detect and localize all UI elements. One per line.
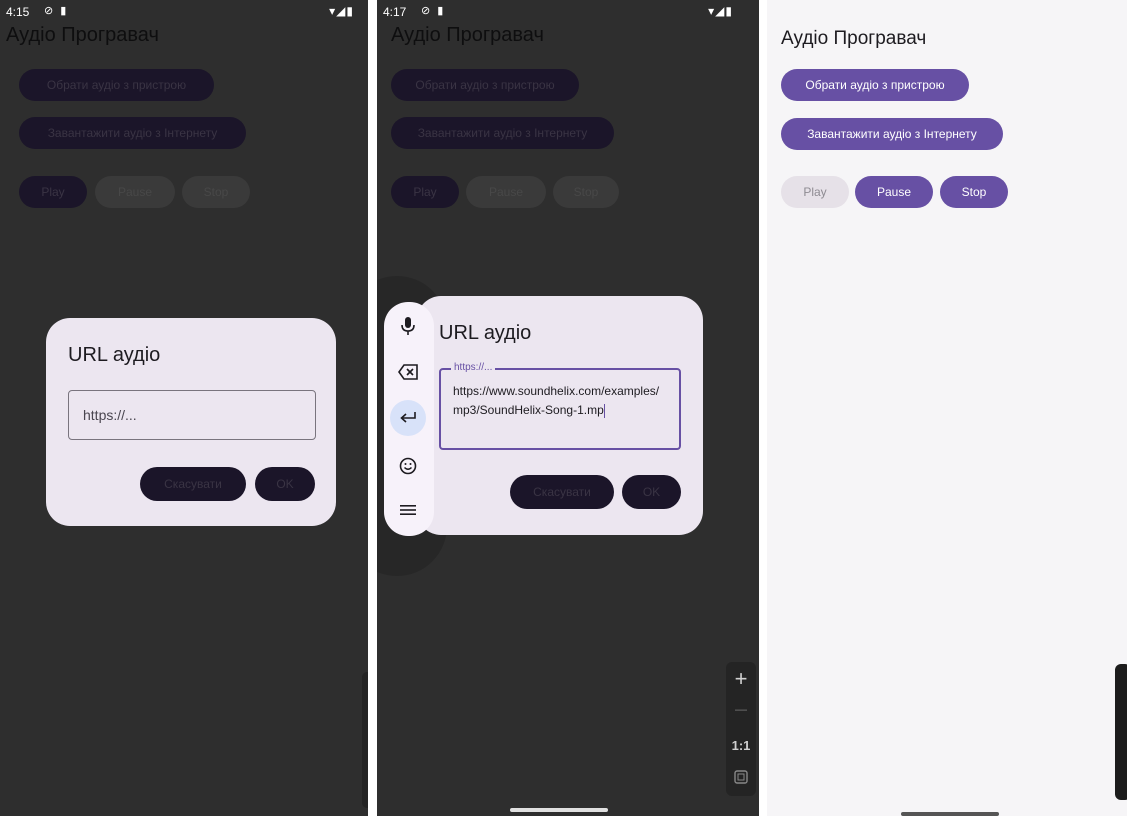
dialog-title: URL аудіо xyxy=(439,322,532,344)
status-notification-icons: ⊘ ▮ xyxy=(44,5,69,17)
play-button[interactable]: Play xyxy=(391,176,459,208)
divider xyxy=(759,0,767,816)
fit-screen-icon[interactable] xyxy=(726,768,756,789)
stop-button[interactable]: Stop xyxy=(553,176,619,208)
stop-button[interactable]: Stop xyxy=(940,176,1008,208)
text-caret xyxy=(603,403,605,418)
pause-button[interactable]: Pause xyxy=(95,176,175,208)
zoom-controls: + — 1:1 xyxy=(726,662,756,796)
backspace-icon[interactable] xyxy=(384,354,432,390)
enter-icon[interactable] xyxy=(390,400,426,436)
home-indicator[interactable] xyxy=(901,812,999,816)
status-system-icons: ▾◢▮ xyxy=(329,4,354,18)
play-button[interactable]: Play xyxy=(781,176,849,208)
status-bar: 4:17 ⊘ ▮ ▾◢▮ xyxy=(377,0,759,24)
status-bar: 4:15 ⊘ ▮ ▾◢▮ xyxy=(0,0,368,24)
screen-dialog-empty: 4:15 ⊘ ▮ ▾◢▮ Аудіо Програвач Обрати ауді… xyxy=(0,0,368,816)
pick-audio-button[interactable]: Обрати аудіо з пристрою xyxy=(391,69,579,101)
pause-button[interactable]: Pause xyxy=(855,176,933,208)
app-title: Аудіо Програвач xyxy=(781,28,927,49)
url-dialog: URL аудіо https://... https://www.soundh… xyxy=(417,296,703,535)
app-title: Аудіо Програвач xyxy=(6,24,159,46)
zoom-in-button[interactable]: + xyxy=(726,666,756,692)
url-input[interactable]: https://... https://www.soundhelix.com/e… xyxy=(439,362,681,450)
screen-dialog-filled: 4:17 ⊘ ▮ ▾◢▮ Аудіо Програвач Обрати ауді… xyxy=(377,0,759,816)
divider xyxy=(368,0,377,816)
status-time: 4:15 xyxy=(6,5,30,19)
play-button[interactable]: Play xyxy=(19,176,87,208)
zoom-out-button[interactable]: — xyxy=(726,702,756,716)
ok-button[interactable]: OK xyxy=(622,475,681,509)
mic-icon[interactable] xyxy=(384,308,432,344)
download-audio-button[interactable]: Завантажити аудіо з Інтернету xyxy=(781,118,1003,150)
url-input-placeholder: https://... xyxy=(83,407,137,423)
screen-player: Аудіо Програвач Обрати аудіо з пристрою … xyxy=(767,0,1127,816)
status-system-icons: ▾◢▮ xyxy=(708,4,733,18)
pick-audio-button[interactable]: Обрати аудіо з пристрою xyxy=(781,69,969,101)
cancel-button[interactable]: Скасувати xyxy=(510,475,614,509)
zoom-controls-edge xyxy=(1115,664,1127,800)
menu-icon[interactable] xyxy=(384,492,432,528)
download-audio-button[interactable]: Завантажити аудіо з Інтернету xyxy=(391,117,614,149)
url-input[interactable]: https://... xyxy=(68,390,316,440)
url-input-label: https://... xyxy=(451,362,496,373)
pause-button[interactable]: Pause xyxy=(466,176,546,208)
cancel-button[interactable]: Скасувати xyxy=(140,467,246,501)
dialog-title: URL аудіо xyxy=(68,344,161,366)
status-notification-icons: ⊘ ▮ xyxy=(421,5,446,17)
status-time: 4:17 xyxy=(383,5,407,19)
home-indicator[interactable] xyxy=(510,808,608,812)
floating-keyboard-toolbar xyxy=(384,302,434,536)
pick-audio-button[interactable]: Обрати аудіо з пристрою xyxy=(19,69,214,101)
download-audio-button[interactable]: Завантажити аудіо з Інтернету xyxy=(19,117,246,149)
stop-button[interactable]: Stop xyxy=(182,176,250,208)
url-input-value: https://www.soundhelix.com/examples/mp3/… xyxy=(453,384,660,418)
emoji-icon[interactable] xyxy=(384,448,432,484)
app-title: Аудіо Програвач xyxy=(391,24,544,46)
zoom-ratio-button[interactable]: 1:1 xyxy=(726,738,756,753)
url-dialog: URL аудіо https://... Скасувати OK xyxy=(46,318,336,526)
ok-button[interactable]: OK xyxy=(255,467,315,501)
